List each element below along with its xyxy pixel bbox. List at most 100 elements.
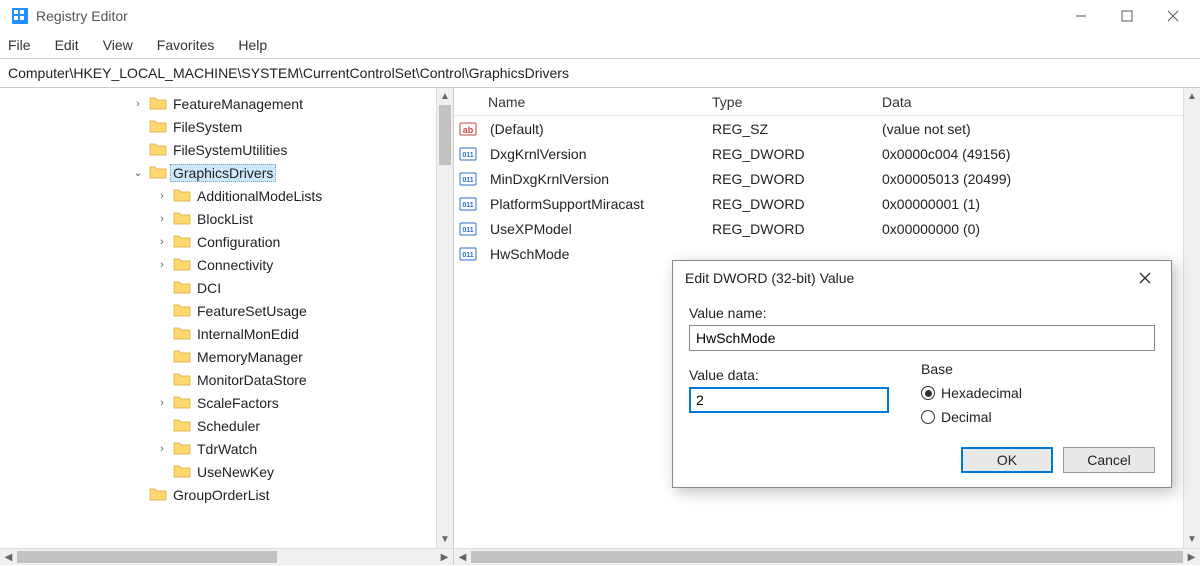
tree-item-label: UseNewKey [194,463,277,481]
tree-item[interactable]: › TdrWatch [0,437,436,460]
tree-item[interactable]: Scheduler [0,414,436,437]
tree-item-label: GraphicsDrivers [170,164,276,182]
list-row[interactable]: 011DxgKrnlVersionREG_DWORD0x0000c004 (49… [454,141,1200,166]
value-type: REG_DWORD [704,146,874,162]
titlebar: Registry Editor [0,0,1200,32]
tree-item-label: TdrWatch [194,440,260,458]
valuedata-input[interactable] [689,387,889,413]
value-name: HwSchMode [482,246,704,262]
address-input[interactable] [6,64,1194,82]
list-hscrollbar[interactable]: ◀ ▶ [454,549,1200,565]
tree-item[interactable]: MonitorDataStore [0,368,436,391]
list-row[interactable]: 011PlatformSupportMiracastREG_DWORD0x000… [454,191,1200,216]
expand-icon[interactable]: ⌄ [130,166,146,179]
folder-icon [173,188,191,204]
tree-item[interactable]: › BlockList [0,207,436,230]
tree-item[interactable]: FileSystem [0,115,436,138]
dword-value-icon: 011 [458,195,478,213]
value-name: MinDxgKrnlVersion [482,171,704,187]
svg-text:011: 011 [462,252,473,259]
scroll-left-icon[interactable]: ◀ [454,549,471,566]
scroll-up-icon[interactable]: ▲ [437,88,453,105]
tree-item[interactable]: › Configuration [0,230,436,253]
close-button[interactable] [1150,0,1196,32]
tree-item-label: GroupOrderList [170,486,272,504]
scroll-right-icon[interactable]: ▶ [1183,549,1200,566]
value-name: (Default) [482,121,704,137]
scroll-down-icon[interactable]: ▼ [1184,531,1200,548]
folder-icon [173,349,191,365]
tree-item[interactable]: FeatureSetUsage [0,299,436,322]
tree-item[interactable]: DCI [0,276,436,299]
tree-pane: ›FeatureManagementFileSystemFileSystemUt… [0,88,454,548]
expand-icon[interactable]: › [154,190,170,202]
column-name[interactable]: Name [454,94,704,110]
dword-value-icon: 011 [458,245,478,263]
expand-icon[interactable]: › [130,98,146,110]
expand-icon[interactable]: › [154,397,170,409]
scroll-thumb[interactable] [439,105,451,165]
valuedata-label: Value data: [689,367,889,383]
tree-item[interactable]: ›ScaleFactors [0,391,436,414]
tree-item[interactable]: UseNewKey [0,460,436,483]
tree-item[interactable]: MemoryManager [0,345,436,368]
radio-decimal[interactable]: Decimal [921,405,1155,429]
column-type[interactable]: Type [704,94,874,110]
ok-button[interactable]: OK [961,447,1053,473]
menu-edit[interactable]: Edit [51,35,83,55]
list-row[interactable]: 011MinDxgKrnlVersionREG_DWORD0x00005013 … [454,166,1200,191]
svg-text:ab: ab [463,125,474,135]
folder-icon [149,165,167,181]
tree-item[interactable]: InternalMonEdid [0,322,436,345]
tree-item[interactable]: ⌄ GraphicsDrivers [0,161,436,184]
maximize-button[interactable] [1104,0,1150,32]
svg-text:011: 011 [462,152,473,159]
tree-item[interactable]: FileSystemUtilities [0,138,436,161]
folder-icon [173,441,191,457]
valuename-input[interactable] [689,325,1155,351]
radio-hexadecimal[interactable]: Hexadecimal [921,381,1155,405]
scroll-thumb[interactable] [471,551,1183,563]
menu-favorites[interactable]: Favorites [153,35,219,55]
menubar: File Edit View Favorites Help [0,32,1200,58]
list-row[interactable]: 011UseXPModelREG_DWORD0x00000000 (0) [454,216,1200,241]
tree-item[interactable]: ›Connectivity [0,253,436,276]
scroll-left-icon[interactable]: ◀ [0,549,17,566]
expand-icon[interactable]: › [154,213,170,225]
tree-item-label: Configuration [194,233,283,251]
tree-hscrollbar[interactable]: ◀ ▶ [0,549,454,565]
scroll-down-icon[interactable]: ▼ [437,531,453,548]
scroll-up-icon[interactable]: ▲ [1184,88,1200,105]
expand-icon[interactable]: › [154,443,170,455]
expand-icon[interactable]: › [154,259,170,271]
value-type: REG_DWORD [704,171,874,187]
tree-item[interactable]: ›AdditionalModeLists [0,184,436,207]
dword-value-icon: 011 [458,220,478,238]
list-vscrollbar[interactable]: ▲ ▼ [1183,88,1200,548]
cancel-button[interactable]: Cancel [1063,447,1155,473]
value-data: 0x00005013 (20499) [874,171,1200,187]
scroll-thumb[interactable] [17,551,277,563]
expand-icon[interactable]: › [154,236,170,248]
minimize-button[interactable] [1058,0,1104,32]
tree-item[interactable]: ›FeatureManagement [0,92,436,115]
scroll-right-icon[interactable]: ▶ [436,549,453,566]
folder-icon [173,464,191,480]
value-data: 0x00000000 (0) [874,221,1200,237]
radio-label: Decimal [941,409,992,425]
edit-dword-dialog: Edit DWORD (32-bit) Value Value name: Va… [672,260,1172,488]
svg-text:011: 011 [462,202,473,209]
folder-icon [173,234,191,250]
menu-help[interactable]: Help [234,35,271,55]
tree-item-label: BlockList [194,210,256,228]
value-type: REG_DWORD [704,196,874,212]
column-data[interactable]: Data [874,94,1200,110]
svg-text:011: 011 [462,227,473,234]
menu-file[interactable]: File [4,35,35,55]
list-row[interactable]: ab(Default)REG_SZ(value not set) [454,116,1200,141]
folder-icon [173,280,191,296]
tree-vscrollbar[interactable]: ▲ ▼ [436,88,453,548]
tree-item[interactable]: GroupOrderList [0,483,436,506]
menu-view[interactable]: View [99,35,137,55]
dialog-close-button[interactable] [1131,264,1159,292]
